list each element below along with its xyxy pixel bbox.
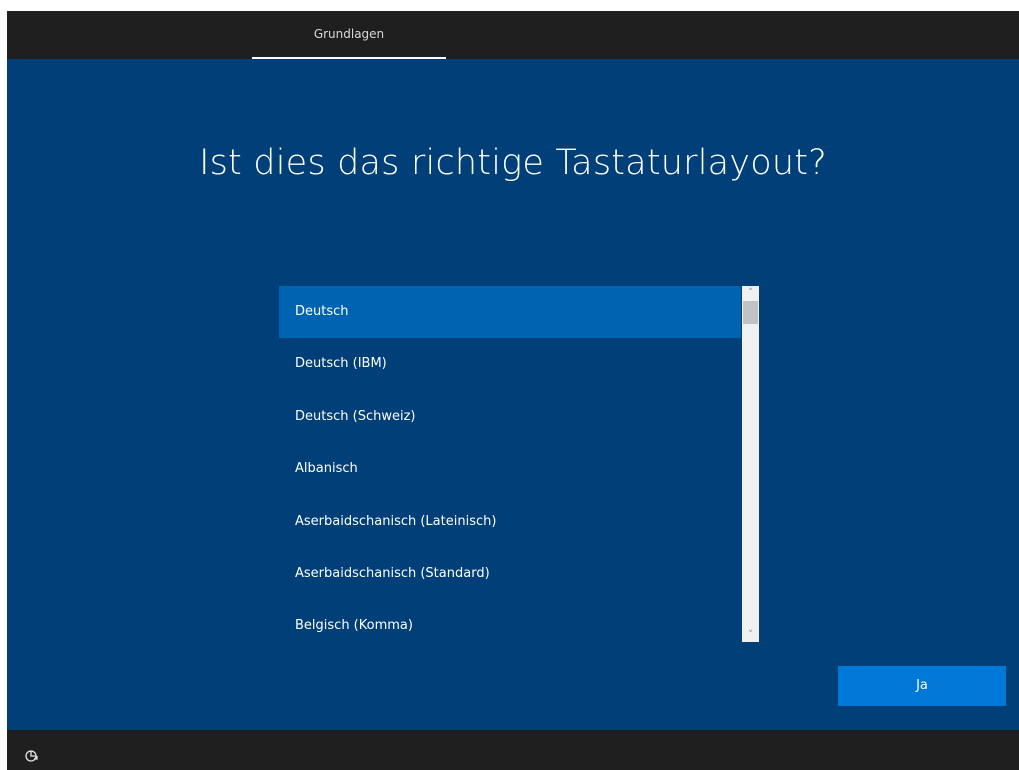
oobe-window: Grundlagen Ist dies das richtige Tastatu… [7,11,1019,770]
scroll-thumb[interactable] [743,301,758,324]
list-item[interactable]: Belgisch (Komma) [279,600,741,642]
list-item[interactable]: Albanisch [279,443,741,495]
list-item[interactable]: Deutsch (Schweiz) [279,391,741,443]
top-bar: Grundlagen [7,11,1019,59]
list-scrollbar[interactable]: ˄ ˅ [742,286,759,642]
tab-grundlagen[interactable]: Grundlagen [252,11,446,59]
list-item[interactable]: Aserbaidschanisch (Lateinisch) [279,496,741,548]
list-item[interactable]: Aserbaidschanisch (Standard) [279,548,741,600]
list-item-selected[interactable]: Deutsch [279,286,741,339]
bottom-bar [7,730,1019,770]
keyboard-layout-list[interactable]: Deutsch Deutsch (IBM) Deutsch (Schweiz) … [279,286,759,642]
ja-button[interactable]: Ja [838,666,1006,706]
main-panel: Ist dies das richtige Tastaturlayout? De… [7,59,1019,730]
list-item[interactable]: Deutsch (IBM) [279,338,741,390]
scroll-up-icon[interactable]: ˄ [742,286,759,300]
scroll-down-icon[interactable]: ˅ [742,628,759,642]
page-title: Ist dies das richtige Tastaturlayout? [199,143,827,183]
accessibility-icon[interactable] [24,748,40,764]
